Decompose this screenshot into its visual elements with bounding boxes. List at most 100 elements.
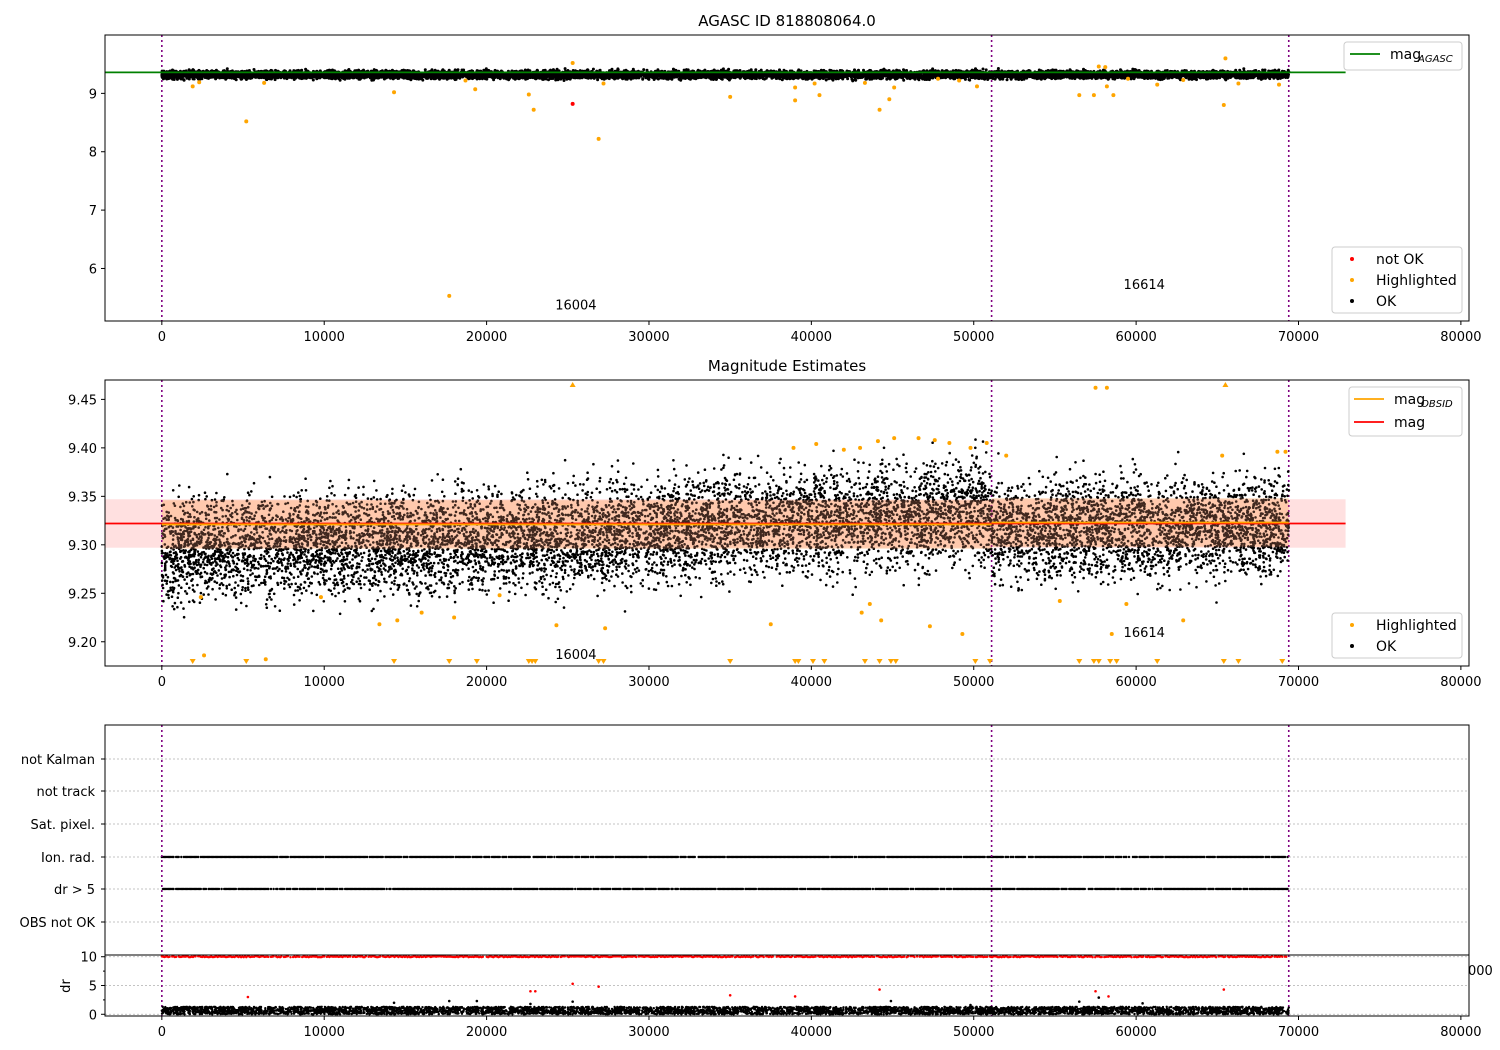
panel2-ytick-label: 9.30 [68, 539, 97, 554]
panel1-legend-marker [1350, 278, 1354, 282]
panel1-point-highlighted [190, 84, 195, 89]
panel1-ok-series-points [160, 67, 1291, 83]
panel2-xtick-label: 0 [158, 675, 166, 690]
panel1-ytick-label: 9 [89, 87, 97, 102]
panel2-point-highlighted [916, 436, 921, 441]
panel1-point-highlighted [1077, 93, 1082, 98]
panel2-legend-marker [1350, 644, 1354, 648]
panel2-point-highlighted [791, 445, 796, 450]
panel4-point-dr-mid [571, 1000, 574, 1003]
panel2-clipped-high-marker [1222, 382, 1229, 387]
panel4-ytick-label: 10 [80, 951, 97, 966]
panel4-point-dr-high [1107, 995, 1110, 998]
panel4-point-dr-high [1094, 989, 1097, 993]
panel1-point-highlighted [862, 80, 867, 85]
panel2-point-highlighted [377, 622, 382, 627]
panel2-clipped-low-marker [887, 659, 894, 664]
panel1-point-highlighted [1104, 84, 1109, 89]
panel1-point-highlighted [887, 97, 892, 102]
panel2-point-highlighted [1109, 632, 1114, 637]
panel2-ytick-label: 9.35 [68, 490, 97, 505]
panel1-xtick-label: 30000 [628, 330, 669, 345]
panel4-point-dr-high [728, 993, 732, 997]
panel4-ytick-label: 0 [89, 1008, 97, 1023]
panel1-point-not-ok [570, 101, 575, 106]
panel1-point-highlighted [728, 94, 733, 99]
panel1-point-highlighted [392, 90, 397, 95]
panel4-xtick-label: 50000 [953, 1025, 994, 1040]
panel1-point-highlighted [262, 80, 267, 85]
panel1-point-highlighted [1223, 56, 1228, 61]
panel4-xtick-label: 80000 [1440, 1025, 1481, 1040]
panel4-xtick-label: 20000 [466, 1025, 507, 1040]
panel2-clipped-low-marker [189, 659, 196, 664]
panel2-point-highlighted [452, 615, 457, 620]
panel2-point-highlighted [1181, 618, 1186, 623]
panel1-xtick-label: 60000 [1115, 330, 1156, 345]
panel1-point-highlighted [596, 136, 601, 141]
panel1-point-highlighted [601, 81, 606, 86]
panel1-point-highlighted [812, 81, 817, 86]
panel4-dr-capped-series [160, 955, 1288, 959]
panel2-xtick-label: 30000 [628, 675, 669, 690]
panel2-clipped-low-marker [446, 659, 453, 664]
panel1-annotation: 16614 [1124, 278, 1165, 293]
panel2-clipped-low-marker [1220, 659, 1227, 664]
panel4-point-dr-mid [1097, 996, 1101, 999]
panel2-point-highlighted [554, 623, 559, 628]
panel2-point-highlighted [892, 436, 897, 441]
panel1-ytick-label: 6 [89, 262, 97, 277]
panel1-annotation: 16004 [555, 298, 596, 313]
panel2-xtick-label: 60000 [1115, 675, 1156, 690]
panel1-point-highlighted [1236, 81, 1241, 86]
panel2-legend-label: Highlighted [1376, 618, 1457, 634]
panel1-point-highlighted [1096, 64, 1101, 69]
panel4-point-dr-high [246, 995, 250, 999]
panel2-xtick-label: 80000 [1440, 675, 1481, 690]
panel2-legend-marker [1350, 623, 1354, 627]
panel1-ytick-label: 8 [89, 146, 97, 161]
panel1-point-highlighted [473, 87, 478, 92]
panel-agasc-magnitude: 16004 16614 0 10000 20000 30000 40000 50000 6000… [89, 34, 1482, 345]
panel2-point-highlighted [1093, 385, 1098, 390]
panel2-point-highlighted [318, 595, 323, 600]
panel2-legend-mag-label: mag [1394, 415, 1425, 431]
panel2-ytick-label: 9.20 [68, 636, 97, 651]
panel4-point-dr-high [1222, 988, 1226, 991]
panel1-xtick-label: 20000 [466, 330, 507, 345]
panel2-ytick-label: 9.40 [68, 442, 97, 457]
panel4-point-dr-high [878, 988, 881, 991]
panel2-point-highlighted [768, 622, 773, 627]
panel2-point-highlighted [419, 610, 424, 615]
panel2-point-highlighted [603, 626, 608, 631]
panel1-point-highlighted [793, 85, 798, 90]
panel2-clipped-low-marker [876, 659, 883, 664]
panel2-clipped-low-marker [1235, 659, 1242, 664]
panel1-point-highlighted [974, 84, 979, 89]
panel3-category-label: Sat. pixel. [31, 818, 95, 833]
panel2-xtick-label: 20000 [466, 675, 507, 690]
panel2-clipped-low-marker [809, 659, 816, 664]
panel4-point-dr-mid [475, 999, 479, 1003]
panel1-xtick-label: 0 [158, 330, 166, 345]
panel2-clipped-low-marker [1090, 659, 1097, 664]
panel1-point-highlighted [526, 92, 531, 97]
panel2-clipped-low-marker [821, 659, 828, 664]
panel1-legend-mag-agasc-label: mag [1390, 47, 1421, 63]
panel1-point-highlighted [1103, 65, 1108, 70]
panel1-point-highlighted [570, 61, 575, 66]
panel2-plot-area: 16004 16614 [105, 380, 1346, 666]
panel1-point-highlighted [1221, 103, 1226, 108]
panel1-point-highlighted [1155, 82, 1160, 87]
panel2-point-highlighted [202, 653, 207, 658]
panel4-point-dr-mid [889, 999, 893, 1003]
panel2-point-highlighted [927, 624, 932, 629]
panel4-xtick-label: 0 [158, 1025, 166, 1040]
panel2-clipped-low-marker [892, 659, 899, 664]
panel4-point-dr-high [529, 989, 532, 993]
panel1-marker-legend: not OK Highlighted OK [1331, 246, 1463, 314]
panel4-ytick-label: 5 [89, 980, 97, 995]
panel1-xtick-label: 70000 [1278, 330, 1319, 345]
panel2-point-highlighted [841, 447, 846, 452]
panel1-point-highlighted [892, 85, 897, 90]
